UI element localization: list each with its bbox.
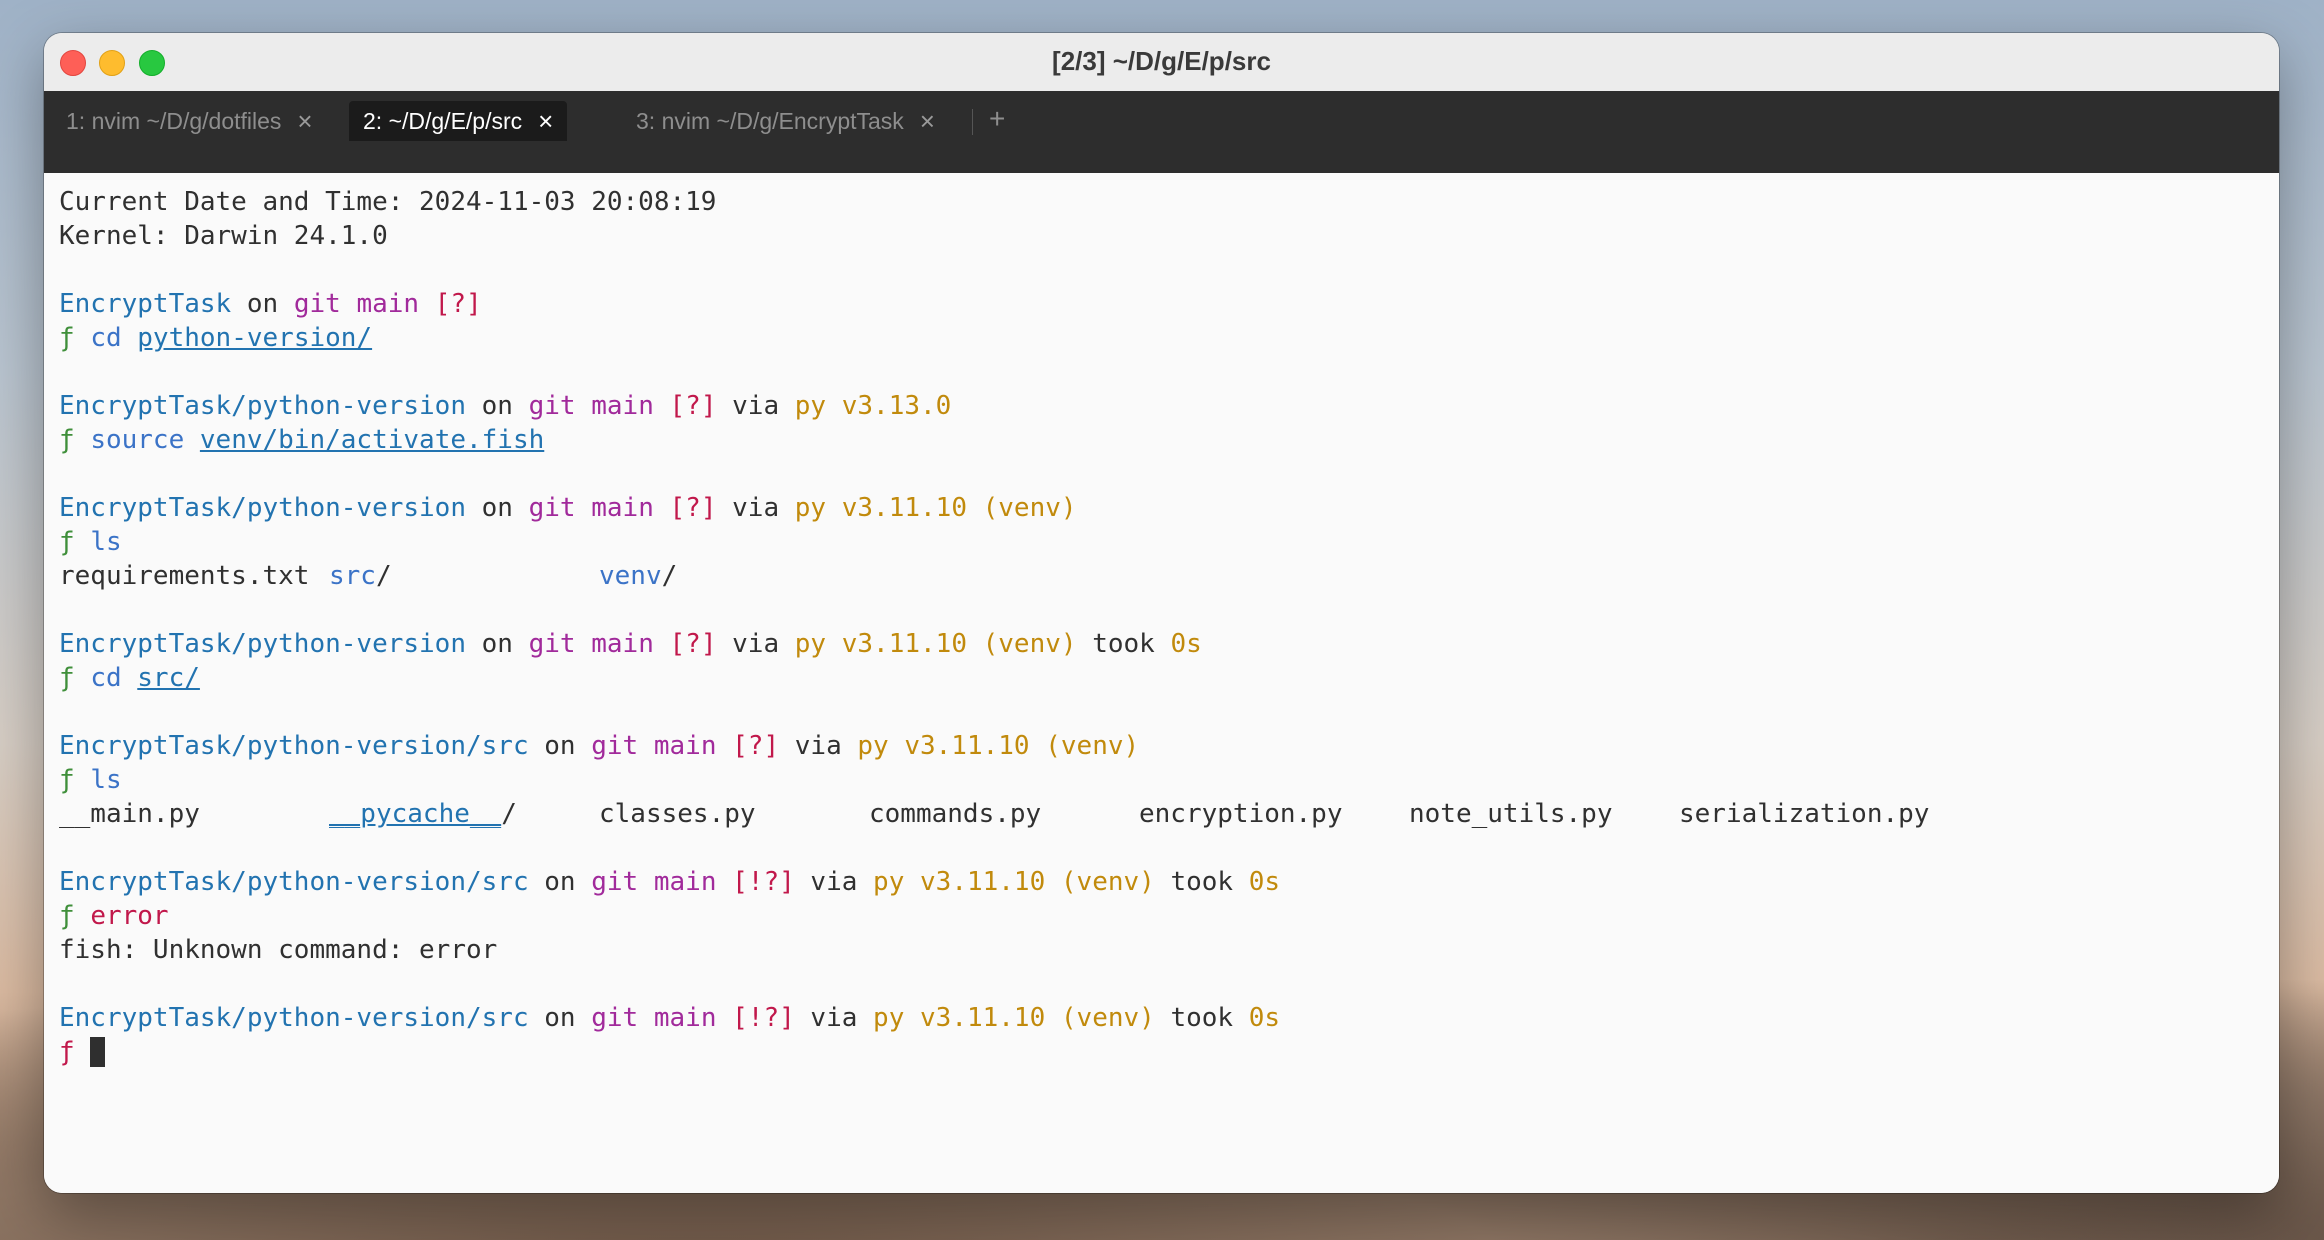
- prompt-line: EncryptTask on git main [?]: [59, 289, 482, 319]
- python-version: py v3.11.10 (venv): [873, 1003, 1155, 1033]
- tab-close-icon[interactable]: ×: [297, 106, 312, 137]
- git-status: [!?]: [732, 1003, 795, 1033]
- duration: 0s: [1248, 1003, 1281, 1033]
- python-version: py v3.11.10 (venv): [873, 867, 1155, 897]
- tab-label: 3: nvim ~/D/g/EncryptTask: [636, 107, 904, 134]
- git-branch: main: [653, 1003, 717, 1033]
- command-argument[interactable]: src/: [137, 663, 200, 693]
- tab-close-icon[interactable]: ×: [920, 106, 935, 137]
- file-entry: __main.py: [59, 799, 200, 829]
- python-version: py v3.11.10 (venv): [794, 629, 1077, 659]
- dir-entry: src: [329, 561, 376, 591]
- terminal-output[interactable]: Current Date and Time: 2024-11-03 20:08:…: [44, 173, 2279, 1193]
- git-status: [?]: [669, 493, 717, 523]
- prompt-symbol: ƒ: [59, 527, 75, 557]
- prompt-symbol: ƒ: [59, 901, 75, 931]
- file-entry: serialization.py: [1679, 799, 1930, 829]
- command: cd: [90, 323, 122, 353]
- prompt-line: EncryptTask/python-version/src on git ma…: [59, 867, 1281, 897]
- python-version: py v3.11.10 (venv): [794, 493, 1077, 523]
- command-argument[interactable]: venv/bin/activate.fish: [200, 425, 544, 455]
- python-version: py v3.11.10 (venv): [857, 731, 1140, 761]
- file-entry: classes.py: [599, 799, 756, 829]
- title-bar[interactable]: [2/3] ~/D/g/E/p/src: [44, 33, 2279, 92]
- prompt-line: EncryptTask/python-version on git main […: [59, 493, 1077, 523]
- command-argument[interactable]: python-version/: [137, 323, 372, 353]
- command-line: ƒ source venv/bin/activate.fish: [59, 423, 2264, 457]
- command-line: ƒ ls: [59, 525, 2264, 559]
- prompt-symbol: ƒ: [59, 663, 75, 693]
- terminal-window: [2/3] ~/D/g/E/p/src 1: nvim ~/D/g/dotfil…: [44, 33, 2279, 1193]
- kernel-line: Kernel: Darwin 24.1.0: [59, 221, 388, 251]
- file-entry: requirements.txt: [59, 561, 310, 591]
- tab-close-icon[interactable]: ×: [538, 106, 553, 137]
- git-branch: main: [653, 731, 717, 761]
- command-line: ƒ error: [59, 899, 2264, 933]
- text-cursor[interactable]: [90, 1036, 106, 1067]
- git-branch: main: [356, 289, 420, 319]
- prompt-symbol: ƒ: [59, 323, 75, 353]
- tab-2[interactable]: 2: ~/D/g/E/p/src ×: [349, 101, 568, 141]
- tab-label: 2: ~/D/g/E/p/src: [363, 107, 523, 134]
- dir-entry: venv: [599, 561, 662, 591]
- tab-label: 1: nvim ~/D/g/dotfiles: [66, 107, 282, 134]
- command-line: ƒ ls: [59, 763, 2264, 797]
- command: source: [90, 425, 185, 455]
- prompt-line: EncryptTask/python-version/src on git ma…: [59, 1003, 1281, 1033]
- prompt-directory: EncryptTask: [59, 289, 232, 319]
- git-status: [!?]: [732, 867, 795, 897]
- file-entry: commands.py: [869, 799, 1042, 829]
- prompt-symbol: ƒ: [59, 1037, 75, 1067]
- prompt-directory: EncryptTask/python-version: [59, 391, 466, 421]
- prompt-directory: EncryptTask/python-version/src: [59, 867, 529, 897]
- command: cd: [90, 663, 122, 693]
- datetime-line: Current Date and Time: 2024-11-03 20:08:…: [59, 187, 717, 217]
- prompt-directory: EncryptTask/python-version/src: [59, 1003, 529, 1033]
- dir-entry[interactable]: __pycache__: [329, 799, 501, 829]
- duration: 0s: [1248, 867, 1281, 897]
- new-tab-button[interactable]: +: [989, 103, 1005, 135]
- ls-output: __main.py __pycache__/classes.py commands.…: [59, 799, 1930, 829]
- git-branch: main: [591, 493, 654, 523]
- git-branch: main: [653, 867, 717, 897]
- prompt-directory: EncryptTask/python-version/src: [59, 731, 529, 761]
- command-line: ƒ cd python-version/: [59, 321, 2264, 355]
- prompt-symbol: ƒ: [59, 425, 75, 455]
- file-entry: note_utils.py: [1409, 799, 1613, 829]
- input-line[interactable]: ƒ: [59, 1035, 2264, 1069]
- prompt-directory: EncryptTask/python-version: [59, 629, 466, 659]
- prompt-line: EncryptTask/python-version on git main […: [59, 629, 1202, 659]
- duration: 0s: [1170, 629, 1202, 659]
- tab-3[interactable]: 3: nvim ~/D/g/EncryptTask ×: [622, 101, 949, 141]
- tab-1[interactable]: 1: nvim ~/D/g/dotfiles ×: [52, 101, 327, 141]
- git-branch: main: [591, 629, 654, 659]
- tab-divider: [972, 109, 973, 135]
- prompt-directory: EncryptTask/python-version: [59, 493, 466, 523]
- ls-output: requirements.txt src/venv/: [59, 561, 678, 591]
- command: ls: [90, 527, 122, 557]
- error-output: fish: Unknown command: error: [59, 935, 498, 965]
- command: ls: [90, 765, 122, 795]
- file-entry: encryption.py: [1139, 799, 1343, 829]
- git-status: [?]: [732, 731, 780, 761]
- git-branch: main: [591, 391, 654, 421]
- prompt-line: EncryptTask/python-version on git main […: [59, 391, 952, 421]
- prompt-symbol: ƒ: [59, 765, 75, 795]
- git-status: [?]: [669, 391, 717, 421]
- git-status: [?]: [669, 629, 717, 659]
- command-line: ƒ cd src/: [59, 661, 2264, 695]
- tab-bar: 1: nvim ~/D/g/dotfiles × 2: ~/D/g/E/p/sr…: [44, 91, 2279, 173]
- git-status: [?]: [434, 289, 482, 319]
- window-title: [2/3] ~/D/g/E/p/src: [1052, 46, 1271, 76]
- command: error: [90, 901, 169, 931]
- prompt-line: EncryptTask/python-version/src on git ma…: [59, 731, 1140, 761]
- python-version: py v3.13.0: [794, 391, 952, 421]
